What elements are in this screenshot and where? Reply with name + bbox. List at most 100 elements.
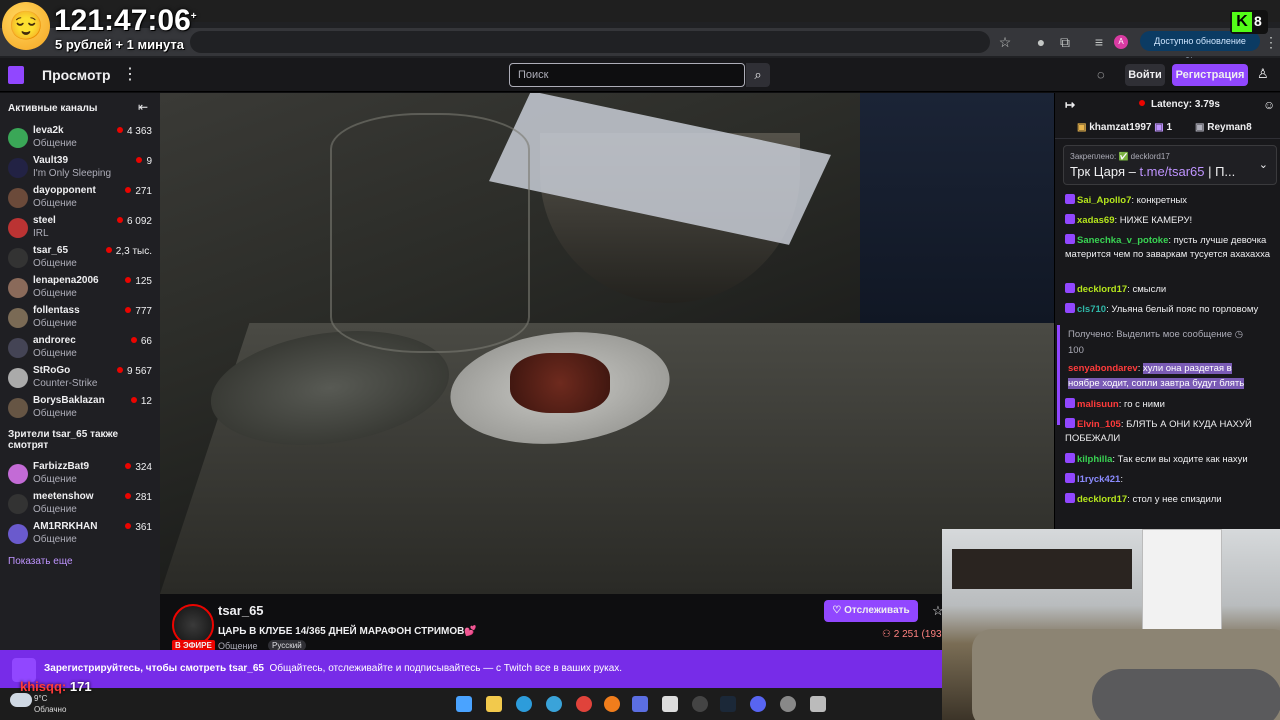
chevron-down-icon[interactable]: ⌄ — [1259, 158, 1268, 171]
chat-message[interactable]: cls710: Ульяна белый пояс по горловому — [1065, 303, 1271, 317]
chat-username[interactable]: decklord17 — [1077, 284, 1127, 295]
file-explorer-icon[interactable] — [486, 696, 502, 712]
sidebar-channel[interactable]: AM1RRKHAN Общение 361 — [0, 519, 160, 549]
channel-name: lenapena2006 — [33, 275, 99, 286]
sidebar-channel[interactable]: FarbizzBat9 Общение 324 — [0, 459, 160, 489]
channel-viewers: 361 — [125, 522, 152, 533]
obs-icon[interactable] — [662, 696, 678, 712]
sidebar-channel[interactable]: BorysBaklazan Общение 12 — [0, 393, 160, 423]
channel-avatar — [8, 248, 28, 268]
chat-username[interactable]: kilphilla — [1077, 454, 1112, 465]
channel-avatar — [8, 338, 28, 358]
channel-avatar — [8, 494, 28, 514]
chat-username[interactable]: decklord17 — [1077, 494, 1127, 505]
prime-loot-icon[interactable]: ◌ — [1097, 67, 1105, 82]
latency-indicator: Latency: 3.79s — [1139, 99, 1220, 110]
calculator-icon[interactable] — [810, 696, 826, 712]
settings-gear-icon[interactable] — [780, 696, 796, 712]
chat-username[interactable]: xadas69 — [1077, 215, 1115, 226]
user-menu-icon[interactable]: ♙ — [1257, 66, 1269, 82]
sidebar-channel[interactable]: tsar_65 Общение 2,3 тыс. — [0, 243, 160, 273]
signup-banner[interactable]: Зарегистрируйтесь, чтобы смотреть tsar_6… — [0, 650, 942, 688]
chat-text: конкретных — [1136, 195, 1188, 206]
chat-message[interactable]: decklord17: стол у нее спиздили — [1065, 493, 1271, 507]
chat-message[interactable]: decklord17: смысли — [1065, 283, 1271, 297]
steam-icon[interactable] — [720, 696, 736, 712]
chat-message[interactable]: l1ryck421: — [1065, 473, 1271, 487]
search-icon[interactable]: ⌕ — [746, 63, 770, 87]
channel-category: Общение — [33, 138, 77, 149]
collapse-chat-icon[interactable]: ↦ — [1065, 98, 1075, 112]
gifter-1[interactable]: ▣ khamzat1997 ▣ 1 — [1077, 122, 1172, 133]
sidebar: Активные каналы ⇤ leva2k Общение 4 363 Vaul… — [0, 93, 160, 650]
login-button[interactable]: Войти — [1125, 64, 1165, 86]
edge-icon[interactable] — [516, 696, 532, 712]
chat-username[interactable]: malisuun — [1077, 399, 1119, 410]
sidebar-channel[interactable]: StRoGo Counter-Strike 9 567 — [0, 363, 160, 393]
sidebar-channel[interactable]: leva2k Общение 4 363 — [0, 123, 160, 153]
browse-link[interactable]: Просмотр — [42, 67, 111, 83]
twitch-topbar: Просмотр ⋮ Поиск ⌕ ◌ Войти Регистрация ♙ — [0, 58, 1280, 92]
telegram-icon[interactable] — [546, 696, 562, 712]
chat-username[interactable]: l1ryck421 — [1077, 474, 1120, 485]
stream-title: ЦАРЬ В КЛУБЕ 14/365 ДНЕЙ МАРАФОН СТРИМОВ… — [218, 626, 477, 637]
chat-badge-icon — [1065, 493, 1075, 503]
viewers-icon: ⚇ — [882, 629, 894, 640]
menu-kebab-icon[interactable]: ⋮ — [1262, 33, 1280, 51]
streamer-name[interactable]: tsar_65 — [218, 603, 264, 618]
address-bar[interactable] — [190, 31, 990, 53]
chat-message[interactable]: Sai_Apollo7: конкретных — [1065, 194, 1271, 208]
chat-message[interactable]: Sanechka_v_potoke: пусть лучше девочка м… — [1065, 234, 1271, 262]
sidebar-channel[interactable]: Vault39 I'm Only Sleeping 9 — [0, 153, 160, 183]
yandex-browser-icon[interactable] — [604, 696, 620, 712]
video-player[interactable] — [160, 93, 1054, 594]
chat-message[interactable]: kilphilla: Так если вы ходите как нахуи — [1065, 453, 1271, 467]
sidebar-channel[interactable]: dayopponent Общение 271 — [0, 183, 160, 213]
channel-name: AM1RRKHAN — [33, 521, 98, 532]
start-menu-icon[interactable] — [456, 696, 472, 712]
obs-studio-icon[interactable] — [692, 696, 708, 712]
chrome-icon[interactable] — [576, 696, 592, 712]
chat-users-icon[interactable]: ☺ — [1263, 98, 1275, 112]
search-input[interactable]: Поиск — [509, 63, 745, 87]
sidebar-channel[interactable]: lenapena2006 Общение 125 — [0, 273, 160, 303]
chat-username[interactable]: Sai_Apollo7 — [1077, 195, 1131, 206]
discord-icon[interactable] — [750, 696, 766, 712]
update-chrome-button[interactable]: Доступно обновление Chrome — [1140, 31, 1260, 66]
stats-icon[interactable] — [632, 696, 648, 712]
sidebar-channel[interactable]: steel IRL 6 092 — [0, 213, 160, 243]
channel-avatar — [8, 188, 28, 208]
channel-viewers: 125 — [125, 276, 152, 287]
profile-avatar[interactable]: A — [1114, 35, 1128, 49]
channel-viewers: 66 — [131, 336, 152, 347]
reading-list-icon[interactable]: ≡ — [1090, 33, 1108, 51]
bookmark-star-icon[interactable]: ☆ — [996, 33, 1014, 51]
also-watch-header: Зрители tsar_65 также смотрят — [8, 429, 119, 451]
follow-button[interactable]: ♡ Отслеживать — [824, 600, 918, 622]
sidebar-channel[interactable]: follentass Общение 777 — [0, 303, 160, 333]
gift-icon: ▣ — [1077, 122, 1090, 133]
chat-badge-icon — [1065, 418, 1075, 428]
channel-viewers: 4 363 — [117, 126, 152, 137]
channel-name: meetenshow — [33, 491, 94, 502]
chat-message[interactable]: malisuun: го с ними — [1065, 398, 1271, 412]
sidebar-channel[interactable]: meetenshow Общение 281 — [0, 489, 160, 519]
channel-viewers: 9 — [136, 156, 152, 167]
more-menu-icon[interactable]: ⋮ — [122, 64, 138, 84]
chat-message[interactable]: xadas69: НИЖЕ КАМЕРУ! — [1065, 214, 1271, 228]
gifter-2[interactable]: ▣ Reyman8 — [1195, 122, 1252, 133]
signup-button[interactable]: Регистрация — [1172, 64, 1248, 86]
show-more-link[interactable]: Показать еще — [8, 556, 73, 567]
extensions-puzzle-icon[interactable]: ⧉ — [1056, 33, 1074, 51]
chat-message[interactable]: Elvin_105: БЛЯТЬ А ОНИ КУДА НАХУЙ ПОБЕЖА… — [1065, 418, 1271, 446]
kick-logo-icon: K — [1232, 12, 1252, 32]
sidebar-channel[interactable]: androrec Общение 66 — [0, 333, 160, 363]
twitch-logo-icon[interactable] — [8, 66, 24, 84]
collapse-sidebar-icon[interactable]: ⇤ — [138, 100, 148, 114]
chat-username[interactable]: Sanechka_v_potoke — [1077, 235, 1168, 246]
extension-icon[interactable]: ● — [1032, 33, 1050, 51]
chat-username[interactable]: Elvin_105 — [1077, 419, 1121, 430]
pinned-message[interactable]: Закреплено: ✅ decklord17 Трк Царя – t.me… — [1063, 145, 1277, 185]
channel-avatar — [8, 398, 28, 418]
chat-username[interactable]: cls710 — [1077, 304, 1106, 315]
